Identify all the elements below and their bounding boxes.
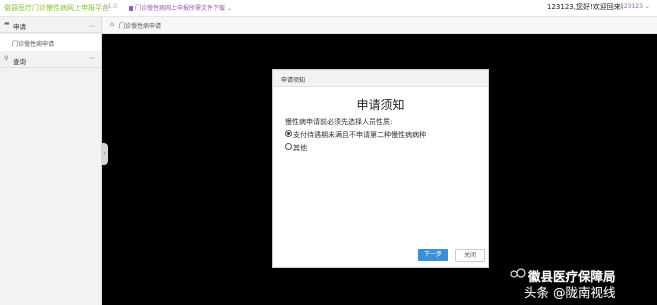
home-icon[interactable]: ⌂	[110, 21, 114, 28]
option-label: 其他	[293, 144, 307, 152]
notice-dialog: 申请须知 申请须知 慢性病申请前必须先选择人员性质: 支付待遇期未满且不申请第二…	[272, 69, 489, 268]
dialog-question: 慢性病申请前必须先选择人员性质:	[285, 118, 393, 126]
sidebar-collapse-handle[interactable]: ‹	[101, 143, 108, 165]
option-radio-1[interactable]: 支付待遇期未满且不申请第二种慢性病病种	[285, 130, 426, 140]
radio-empty-icon	[285, 143, 292, 150]
document-download-label: 门诊慢性病网上申报所需文件下载	[135, 5, 226, 12]
watermark: 徽县医疗保障局 头条 @陇南视线	[510, 266, 650, 302]
sidebar: ▬ 申请 ︿ 门诊慢性病申请 ⚲ 查询 ﹀	[0, 17, 102, 305]
option-label: 支付待遇期未满且不申请第二种慢性病病种	[293, 131, 426, 139]
dialog-header-title: 申请须知	[281, 77, 306, 84]
document-download-link[interactable]: 门诊慢性病网上申报所需文件下载 ⌄	[129, 3, 232, 12]
welcome-text: 123123,您好!欢迎回来!	[547, 3, 624, 11]
user-menu-label: 123123	[620, 3, 643, 10]
watermark-logo-icon	[510, 268, 526, 278]
chevron-up-icon: ︿	[88, 22, 95, 29]
sidebar-subitem-label: 门诊慢性病申请	[12, 41, 55, 48]
folder-icon: ▬	[4, 20, 10, 27]
breadcrumb: ⌂ 门诊慢性病申请	[102, 17, 657, 34]
dialog-title: 申请须知	[356, 98, 405, 112]
chevron-down-icon: ﹀	[88, 57, 95, 64]
version-label: v1.0	[104, 3, 118, 10]
sidebar-subitem-chronic-apply[interactable]: 门诊慢性病申请	[0, 34, 101, 51]
radio-selected-icon	[285, 130, 292, 137]
sidebar-item-label: 申请	[13, 23, 26, 31]
dialog-header: 申请须知	[273, 70, 488, 87]
sidebar-item-query[interactable]: ⚲ 查询 ﹀	[0, 52, 101, 68]
close-button[interactable]: 关闭	[455, 249, 485, 262]
sidebar-item-apply[interactable]: ▬ 申请 ︿	[0, 17, 101, 33]
app-title: 徽县医疗门诊慢性病网上申报平台	[4, 4, 109, 12]
search-icon: ⚲	[4, 55, 9, 62]
watermark-line2: 头条 @陇南视线	[524, 285, 616, 300]
document-icon	[129, 6, 133, 11]
user-menu[interactable]: 123123 ⌄	[620, 3, 650, 10]
sidebar-item-label: 查询	[13, 58, 26, 66]
tab-chronic-apply[interactable]: 门诊慢性病申请	[119, 21, 161, 30]
option-radio-2[interactable]: 其他	[285, 143, 307, 153]
top-bar: 徽县医疗门诊慢性病网上申报平台 v1.0 门诊慢性病网上申报所需文件下载 ⌄ 1…	[0, 0, 657, 17]
next-button[interactable]: 下一步	[418, 249, 448, 261]
